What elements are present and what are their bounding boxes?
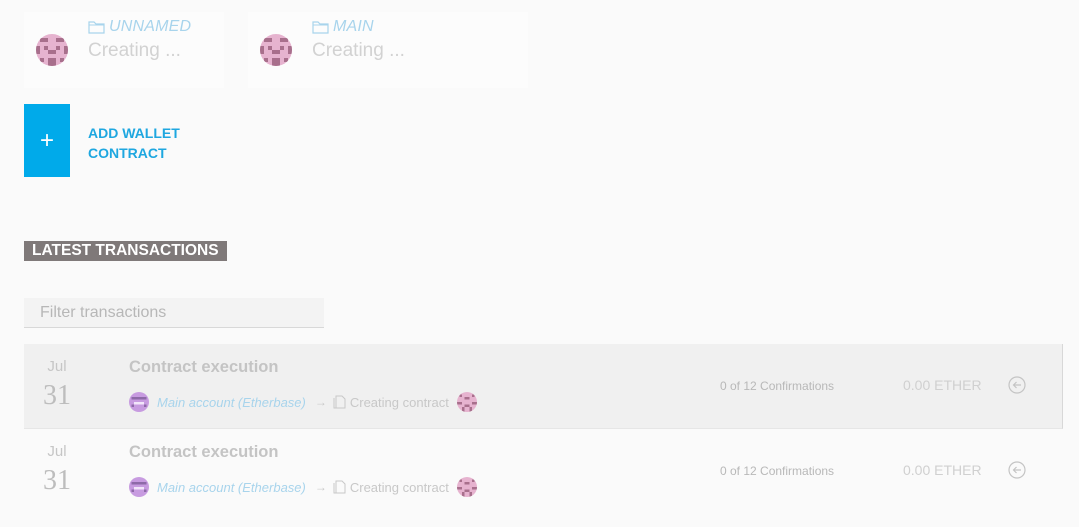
account-identicon: [129, 477, 149, 497]
filter-transactions-input[interactable]: [24, 298, 324, 328]
document-icon: [333, 480, 346, 494]
wallet-card-unnamed[interactable]: UNNAMED Creating ...: [24, 12, 224, 88]
account-identicon: [129, 392, 149, 412]
transaction-confirmations: 0 of 12 Confirmations: [720, 379, 835, 393]
transaction-confirmations: 0 of 12 Confirmations: [720, 464, 835, 478]
add-wallet-button[interactable]: +: [24, 104, 70, 177]
transaction-row[interactable]: Jul 31 Contract execution Main account (…: [24, 429, 1063, 514]
latest-transactions-title: LATEST TRANSACTIONS: [24, 241, 227, 261]
wallet-name-label: MAIN: [333, 18, 374, 35]
wallet-card-main[interactable]: MAIN Creating ...: [248, 12, 528, 88]
document-icon: [333, 395, 346, 409]
wallet-status: Creating ...: [312, 40, 405, 61]
transaction-flow: Main account (Etherbase) → Creating cont…: [129, 477, 477, 497]
add-wallet-contract-link[interactable]: ADD WALLET CONTRACT: [88, 123, 198, 163]
contract-identicon: [456, 477, 477, 497]
transaction-row[interactable]: Jul 31 Contract execution Main account (…: [24, 344, 1063, 429]
contract-identicon: [456, 392, 477, 412]
folder-icon: [88, 21, 105, 34]
wallet-identicon: [36, 34, 68, 66]
arrow-circle-left-icon[interactable]: [1008, 376, 1026, 394]
transaction-month: Jul: [47, 358, 67, 375]
transaction-to: Creating contract: [349, 479, 449, 495]
transaction-to: Creating contract: [349, 394, 449, 410]
transaction-flow: Main account (Etherbase) → Creating cont…: [129, 392, 477, 412]
transaction-amount: 0.00 ETHER: [903, 462, 982, 478]
transaction-from-link[interactable]: Main account (Etherbase): [157, 480, 306, 495]
wallet-identicon: [260, 34, 292, 66]
wallet-status: Creating ...: [88, 40, 181, 61]
arrow-circle-left-icon[interactable]: [1008, 461, 1026, 479]
wallet-name-label: UNNAMED: [109, 18, 192, 35]
folder-icon: [312, 21, 329, 34]
wallet-name[interactable]: UNNAMED: [88, 18, 191, 36]
transaction-day: 31: [43, 380, 71, 411]
transaction-day: 31: [43, 465, 71, 496]
transaction-type: Contract execution: [129, 443, 279, 461]
arrow-right-icon: →: [314, 480, 327, 494]
transaction-type: Contract execution: [129, 358, 279, 376]
wallet-name[interactable]: MAIN: [312, 18, 374, 36]
transaction-from-link[interactable]: Main account (Etherbase): [157, 395, 306, 410]
arrow-right-icon: →: [314, 395, 327, 409]
transaction-month: Jul: [47, 443, 67, 460]
transaction-amount: 0.00 ETHER: [903, 377, 982, 393]
